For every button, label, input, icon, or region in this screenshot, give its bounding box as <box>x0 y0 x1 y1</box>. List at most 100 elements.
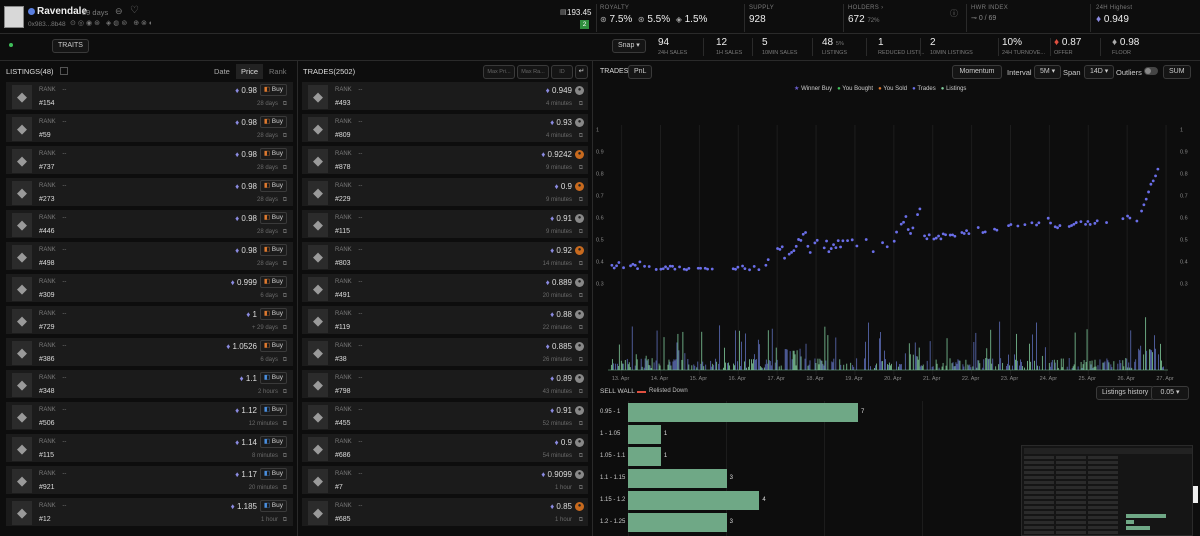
trade-row[interactable]: ◆ RANK -- #38 ♦ 0.885 ● 26 minutes ⧉ <box>302 338 588 368</box>
external-link-icon[interactable]: ⧉ <box>579 517 583 524</box>
buy-button[interactable]: ◧ Buy <box>259 84 287 96</box>
buy-button[interactable]: ◧ Buy <box>259 500 287 512</box>
momentum-button[interactable]: Momentum <box>952 65 1002 79</box>
trade-row[interactable]: ◆ RANK -- #115 ♦ 0.91 ● 9 minutes ⧉ <box>302 210 588 240</box>
contract-address[interactable]: 0x983...8b48 <box>28 21 66 28</box>
buy-button[interactable]: ◧ Buy <box>259 180 287 192</box>
collection-name[interactable]: Ravendale <box>37 6 87 17</box>
external-link-icon[interactable]: ⧉ <box>579 421 583 428</box>
external-link-icon[interactable]: ⧉ <box>283 229 287 236</box>
external-link-icon[interactable]: ⧉ <box>283 453 287 460</box>
tab-trades[interactable]: TRADES <box>600 68 628 75</box>
step-dropdown[interactable]: 0.05 ▾ <box>1151 386 1189 400</box>
trade-row[interactable]: ◆ RANK -- #685 ♦ 0.85 ● 1 hour ⧉ <box>302 498 588 528</box>
max-price-input[interactable]: Max Pri... <box>483 65 515 79</box>
trade-row[interactable]: ◆ RANK -- #878 ♦ 0.9242 ● 9 minutes ⧉ <box>302 146 588 176</box>
listing-row[interactable]: ◆ RANK -- #729 ♦ 1 ◧ Buy + 29 days ⧉ <box>6 306 293 336</box>
id-input[interactable]: ID <box>551 65 573 79</box>
external-link-icon[interactable]: ⧉ <box>283 197 287 204</box>
buy-button[interactable]: ◧ Buy <box>259 372 287 384</box>
listing-row[interactable]: ◆ RANK -- #348 ♦ 1.1 ◧ Buy 2 hours ⧉ <box>6 370 293 400</box>
buy-button[interactable]: ◧ Buy <box>259 276 287 288</box>
external-link-icon[interactable]: ⧉ <box>579 229 583 236</box>
listing-row[interactable]: ◆ RANK -- #386 ♦ 1.0526 ◧ Buy 6 days ⧉ <box>6 338 293 368</box>
holders-stat[interactable]: HOLDERS › 672 72% <box>848 5 883 25</box>
listing-row[interactable]: ◆ RANK -- #737 ♦ 0.98 ◧ Buy 28 days ⧉ <box>6 146 293 176</box>
buy-button[interactable]: ◧ Buy <box>259 340 287 352</box>
listings-checkbox[interactable] <box>60 67 68 75</box>
buy-button[interactable]: ◧ Buy <box>259 436 287 448</box>
external-link-icon[interactable]: ⧉ <box>283 421 287 428</box>
sum-button[interactable]: SUM <box>1163 65 1191 79</box>
sellwall-bar[interactable] <box>628 403 858 422</box>
external-link-icon[interactable]: ⧉ <box>579 453 583 460</box>
external-link-icon[interactable]: ⧉ <box>579 165 583 172</box>
external-link-icon[interactable]: ⧉ <box>579 325 583 332</box>
enter-icon[interactable]: ↵ <box>575 65 588 79</box>
sort-price[interactable]: Price <box>236 64 264 79</box>
listing-row[interactable]: ◆ RANK -- #309 ♦ 0.999 ◧ Buy 6 days ⧉ <box>6 274 293 304</box>
trade-row[interactable]: ◆ RANK -- #809 ♦ 0.93 ● 4 minutes ⧉ <box>302 114 588 144</box>
external-link-icon[interactable]: ⧉ <box>283 261 287 268</box>
listing-row[interactable]: ◆ RANK -- #59 ♦ 0.98 ◧ Buy 28 days ⧉ <box>6 114 293 144</box>
max-rank-input[interactable]: Max Ra... <box>517 65 549 79</box>
external-link-icon[interactable]: ⧉ <box>579 485 583 492</box>
external-link-icon[interactable]: ⧉ <box>283 293 287 300</box>
listing-row[interactable]: ◆ RANK -- #154 ♦ 0.98 ◧ Buy 28 days ⧉ <box>6 82 293 112</box>
external-link-icon[interactable]: ⧉ <box>579 133 583 140</box>
listing-row[interactable]: ◆ RANK -- #115 ♦ 1.14 ◧ Buy 8 minutes ⧉ <box>6 434 293 464</box>
external-link-icon[interactable]: ⧉ <box>579 261 583 268</box>
interval-dropdown[interactable]: 5M ▾ <box>1034 65 1062 79</box>
trade-row[interactable]: ◆ RANK -- #803 ♦ 0.92 ● 14 minutes ⧉ <box>302 242 588 272</box>
span-dropdown[interactable]: 14D ▾ <box>1084 65 1115 79</box>
external-link-icon[interactable]: ⧉ <box>579 293 583 300</box>
sellwall-bar[interactable] <box>628 469 727 488</box>
trade-row[interactable]: ◆ RANK -- #493 ♦ 0.949 ● 4 minutes ⧉ <box>302 82 588 112</box>
trades-scatter-chart[interactable]: 0.3 0.3 0.4 0.4 0.5 0.5 0.6 0.6 0.7 0.7 0.8 0.8 0.9 0… <box>594 95 1198 385</box>
external-link-icon[interactable]: ⧉ <box>283 325 287 332</box>
sellwall-bar[interactable] <box>628 425 661 444</box>
external-link-icon[interactable]: ⧉ <box>579 197 583 204</box>
trade-row[interactable]: ◆ RANK -- #686 ♦ 0.9 ● 54 minutes ⧉ <box>302 434 588 464</box>
sellwall-bar[interactable] <box>628 447 661 466</box>
listing-row[interactable]: ◆ RANK -- #506 ♦ 1.12 ◧ Buy 12 minutes ⧉ <box>6 402 293 432</box>
buy-button[interactable]: ◧ Buy <box>259 244 287 256</box>
external-link-icon[interactable]: ⧉ <box>579 101 583 108</box>
listings-history-button[interactable]: Listings history <box>1096 386 1155 400</box>
trade-row[interactable]: ◆ RANK -- #455 ♦ 0.91 ● 52 minutes ⧉ <box>302 402 588 432</box>
trade-row[interactable]: ◆ RANK -- #491 ♦ 0.889 ● 20 minutes ⧉ <box>302 274 588 304</box>
external-link-icon[interactable]: ⧉ <box>283 165 287 172</box>
listing-row[interactable]: ◆ RANK -- #446 ♦ 0.98 ◧ Buy 28 days ⧉ <box>6 210 293 240</box>
buy-button[interactable]: ◧ Buy <box>259 308 287 320</box>
external-link-icon[interactable]: ⧉ <box>283 357 287 364</box>
tab-pnl[interactable]: PnL <box>628 65 653 79</box>
preview-thumbnail[interactable] <box>1021 445 1193 536</box>
external-link-icon[interactable]: ⧉ <box>579 357 583 364</box>
listing-row[interactable]: ◆ RANK -- #921 ♦ 1.17 ◧ Buy 20 minutes ⧉ <box>6 466 293 496</box>
buy-button[interactable]: ◧ Buy <box>259 212 287 224</box>
outliers-toggle[interactable] <box>1144 67 1158 75</box>
traits-button[interactable]: TRAITS <box>52 39 89 53</box>
external-link-icon[interactable]: ⧉ <box>283 517 287 524</box>
trade-row[interactable]: ◆ RANK -- #7 ♦ 0.9099 ● 1 hour ⧉ <box>302 466 588 496</box>
buy-button[interactable]: ◧ Buy <box>259 404 287 416</box>
sellwall-bar[interactable] <box>628 491 760 510</box>
sellwall-bar[interactable] <box>628 513 727 532</box>
external-link-icon[interactable]: ⧉ <box>283 485 287 492</box>
sort-rank[interactable]: Rank <box>269 67 287 76</box>
listing-row[interactable]: ◆ RANK -- #273 ♦ 0.98 ◧ Buy 28 days ⧉ <box>6 178 293 208</box>
external-link-icon[interactable]: ⧉ <box>283 389 287 396</box>
external-link-icon[interactable]: ⧉ <box>283 101 287 108</box>
listing-row[interactable]: ◆ RANK -- #12 ♦ 1.185 ◧ Buy 1 hour ⧉ <box>6 498 293 528</box>
external-link-icon[interactable]: ⧉ <box>283 133 287 140</box>
settings-icon[interactable]: ⊖ <box>115 6 123 17</box>
sort-date[interactable]: Date <box>214 67 230 76</box>
social-icons[interactable]: ⊙◎◉⊛ ◈◍⊚ ⊕⊗◐ <box>70 19 155 27</box>
buy-button[interactable]: ◧ Buy <box>259 116 287 128</box>
buy-button[interactable]: ◧ Buy <box>259 148 287 160</box>
snap-dropdown[interactable]: Snap ▾ <box>612 39 646 53</box>
trade-row[interactable]: ◆ RANK -- #798 ♦ 0.89 ● 43 minutes ⧉ <box>302 370 588 400</box>
trade-row[interactable]: ◆ RANK -- #229 ♦ 0.9 ● 9 minutes ⧉ <box>302 178 588 208</box>
collection-avatar[interactable] <box>4 6 24 28</box>
trade-row[interactable]: ◆ RANK -- #119 ♦ 0.88 ● 22 minutes ⧉ <box>302 306 588 336</box>
